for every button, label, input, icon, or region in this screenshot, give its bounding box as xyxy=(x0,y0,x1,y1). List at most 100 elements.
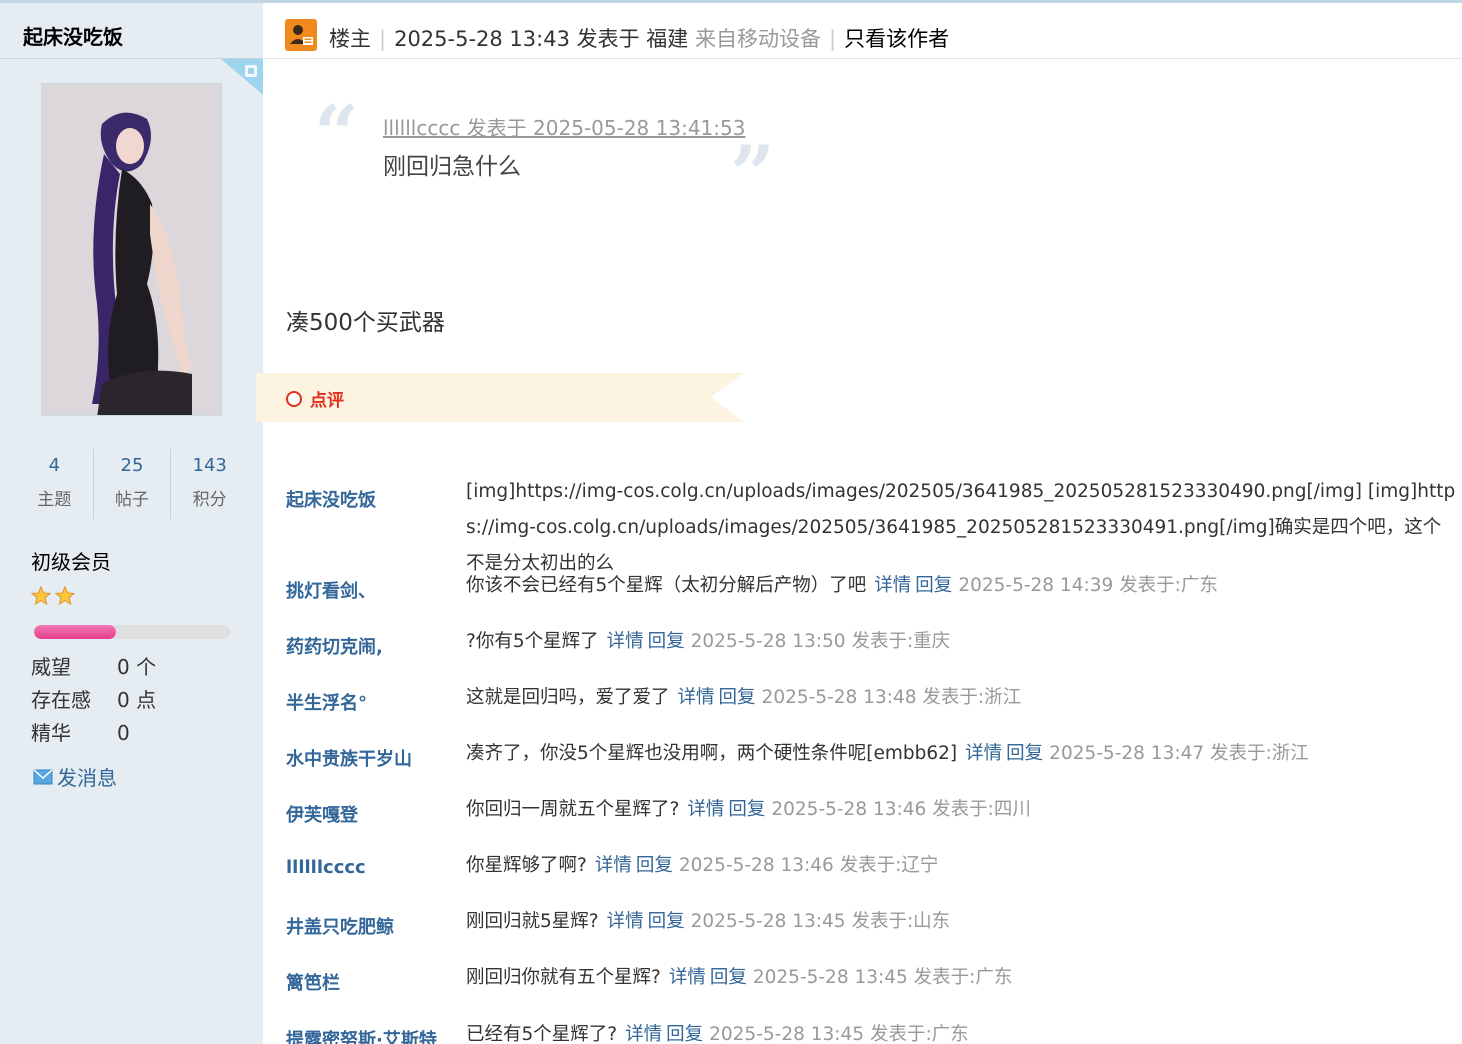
info-prestige: 威望 0 个 xyxy=(31,651,156,680)
quote-body: 刚回归急什么 xyxy=(383,154,521,180)
info-digest-label: 精华 xyxy=(31,721,71,745)
comment-detail-link[interactable]: 详情 xyxy=(595,855,632,876)
comment-text: 你该不会已经有5个星辉（太初分解后产物）了吧 xyxy=(466,575,867,596)
separator: | xyxy=(829,27,837,51)
comment-body: 你星辉够了啊? 详情 回复 2025-5-28 13:46 发表于:辽宁 xyxy=(466,853,938,879)
comment-detail-link[interactable]: 详情 xyxy=(625,1024,662,1044)
level-progress-bar xyxy=(34,625,230,639)
star-icon xyxy=(55,586,75,606)
comment-detail-link[interactable]: 详情 xyxy=(678,687,715,708)
info-presence-value: 0 点 xyxy=(117,688,157,712)
comment-detail-link[interactable]: 详情 xyxy=(607,911,644,932)
info-prestige-label: 威望 xyxy=(31,655,71,679)
comment-detail-link[interactable]: 详情 xyxy=(687,799,724,820)
comment-detail-link[interactable]: 详情 xyxy=(965,743,1002,764)
comment-body: 凑齐了，你没5个星辉也没用啊，两个硬性条件呢[embb62] 详情 回复 2025-5… xyxy=(466,741,1309,767)
comment-time: 2025-5-28 14:39 发表于:广东 xyxy=(958,575,1218,596)
thread-starter-label: 楼主 xyxy=(329,27,371,51)
comment-time: 2025-5-28 13:48 发表于:浙江 xyxy=(761,687,1022,708)
rate-title: 点评 xyxy=(286,386,344,411)
author-stats: 4 主题 25 帖子 143 积分 xyxy=(16,449,248,519)
stat-points[interactable]: 143 积分 xyxy=(171,449,248,519)
stat-posts[interactable]: 25 帖子 xyxy=(94,449,172,519)
comment-text: 你星辉够了啊? xyxy=(466,855,587,876)
comment-text: 刚回归就5星辉? xyxy=(466,911,599,932)
comment-reply-link[interactable]: 回复 xyxy=(648,911,685,932)
info-digest-value: 0 xyxy=(117,721,130,745)
stat-threads-label: 主题 xyxy=(37,490,72,510)
comment-time: 2025-5-28 13:50 发表于:重庆 xyxy=(690,631,951,652)
comment-time: 2025-5-28 13:47 发表于:浙江 xyxy=(1049,743,1309,764)
comment-user[interactable]: 井盖只吃肥鲸 xyxy=(286,913,394,939)
rank-stars xyxy=(31,586,75,606)
comment-user[interactable]: 挑灯看剑、 xyxy=(286,577,376,603)
info-prestige-value: 0 个 xyxy=(117,655,157,679)
forum-post-page: 起床没吃饭 4 主题 25 帖子 143 积分 初级会员 威望 0 个 存在感 … xyxy=(0,0,1462,1044)
comment-text: 你回归一周就五个星辉了? xyxy=(466,799,680,820)
quote-close-mark: ” xyxy=(730,129,775,220)
comment-text: ?你有5个星辉了 xyxy=(466,631,599,652)
comment-user[interactable]: 提露密努斯·艾斯特 xyxy=(286,1026,437,1044)
comment-time: 2025-5-28 13:45 发表于:山东 xyxy=(690,911,951,932)
author-name-bar: 起床没吃饭 xyxy=(0,3,263,59)
comment-user[interactable]: 水中贵族干岁山 xyxy=(286,745,412,771)
level-progress-fill xyxy=(34,625,117,639)
comment-body: 刚回归你就有五个星辉? 详情 回复 2025-5-28 13:45 发表于:广东 xyxy=(466,965,1012,991)
comment-time: 2025-5-28 13:46 发表于:四川 xyxy=(771,799,1031,820)
post-device: 来自移动设备 xyxy=(695,27,821,51)
comment-user[interactable]: 篱笆栏 xyxy=(286,969,340,995)
user-group[interactable]: 初级会员 xyxy=(31,546,111,575)
comment-time: 2025-5-28 13:46 发表于:辽宁 xyxy=(678,855,939,876)
comment-text: [img]https://img-cos.colg.cn/uploads/ima… xyxy=(466,481,1456,574)
comment-reply-link[interactable]: 回复 xyxy=(915,575,952,596)
stat-points-label: 积分 xyxy=(192,490,227,510)
comment-reply-link[interactable]: 回复 xyxy=(666,1024,703,1044)
comment-text: 刚回归你就有五个星辉? xyxy=(466,967,661,988)
stat-threads-count: 4 xyxy=(48,455,61,476)
online-status-icon xyxy=(221,59,263,95)
post-meta: 楼主 | 2025-5-28 13:43 发表于 福建 来自移动设备 | 只看该作者 xyxy=(329,23,949,53)
comment-user[interactable]: 伊芙嘎登 xyxy=(286,801,358,827)
comment-detail-link[interactable]: 详情 xyxy=(669,967,706,988)
separator: | xyxy=(379,27,387,51)
comment-time: 2025-5-28 13:45 发表于:广东 xyxy=(752,967,1013,988)
comment-reply-link[interactable]: 回复 xyxy=(719,687,756,708)
post-content: 凑500个买武器 xyxy=(286,310,445,336)
author-sidebar: 起床没吃饭 4 主题 25 帖子 143 积分 初级会员 威望 0 个 存在感 … xyxy=(0,3,263,1044)
comment-reply-link[interactable]: 回复 xyxy=(1006,743,1043,764)
avatar[interactable] xyxy=(41,83,222,416)
comment-reply-link[interactable]: 回复 xyxy=(648,631,685,652)
stat-points-count: 143 xyxy=(192,455,227,476)
comment-body: 这就是回归吗，爱了爱了 详情 回复 2025-5-28 13:48 发表于:浙江 xyxy=(466,685,1021,711)
comment-reply-link[interactable]: 回复 xyxy=(710,967,747,988)
post-time: 2025-5-28 13:43 发表于 福建 xyxy=(394,27,689,51)
author-only-link[interactable]: 只看该作者 xyxy=(844,27,949,51)
comment-reply-link[interactable]: 回复 xyxy=(636,855,673,876)
comment-user[interactable]: 药药切克闹, xyxy=(286,633,383,659)
comment-user[interactable]: 半生浮名° xyxy=(286,689,367,715)
info-presence-label: 存在感 xyxy=(31,688,91,712)
comment-user[interactable]: 起床没吃饭 xyxy=(286,486,376,512)
comment-time: 2025-5-28 13:45 发表于:广东 xyxy=(709,1024,969,1044)
comment-detail-link[interactable]: 详情 xyxy=(874,575,911,596)
quote-meta[interactable]: llllllcccc 发表于 2025-05-28 13:41:53 xyxy=(383,112,745,141)
mail-icon xyxy=(33,768,53,784)
comment-body: ?你有5个星辉了 详情 回复 2025-5-28 13:50 发表于:重庆 xyxy=(466,629,950,655)
comment-body: 刚回归就5星辉? 详情 回复 2025-5-28 13:45 发表于:山东 xyxy=(466,909,950,935)
comment-body: 已经有5个星辉了? 详情 回复 2025-5-28 13:45 发表于:广东 xyxy=(466,1022,969,1044)
send-message-link[interactable]: 发消息 xyxy=(33,762,117,791)
info-digest: 精华 0 xyxy=(31,717,130,746)
comment-text: 已经有5个星辉了? xyxy=(466,1024,618,1044)
info-presence: 存在感 0 点 xyxy=(31,684,156,713)
comment-body: 你该不会已经有5个星辉（太初分解后产物）了吧 详情 回复 2025-5-28 14:3… xyxy=(466,573,1218,599)
comment-detail-link[interactable]: 详情 xyxy=(607,631,644,652)
rate-label: 点评 xyxy=(310,391,344,411)
comment-user[interactable]: llllllcccc xyxy=(286,857,366,878)
comment-reply-link[interactable]: 回复 xyxy=(728,799,765,820)
author-name[interactable]: 起床没吃饭 xyxy=(23,21,123,50)
post-header: 楼主 | 2025-5-28 13:43 发表于 福建 来自移动设备 | 只看该作者 xyxy=(263,3,1462,59)
stat-posts-label: 帖子 xyxy=(115,490,149,510)
send-message-label: 发消息 xyxy=(57,766,117,790)
star-icon xyxy=(31,586,51,606)
stat-threads[interactable]: 4 主题 xyxy=(16,449,94,519)
